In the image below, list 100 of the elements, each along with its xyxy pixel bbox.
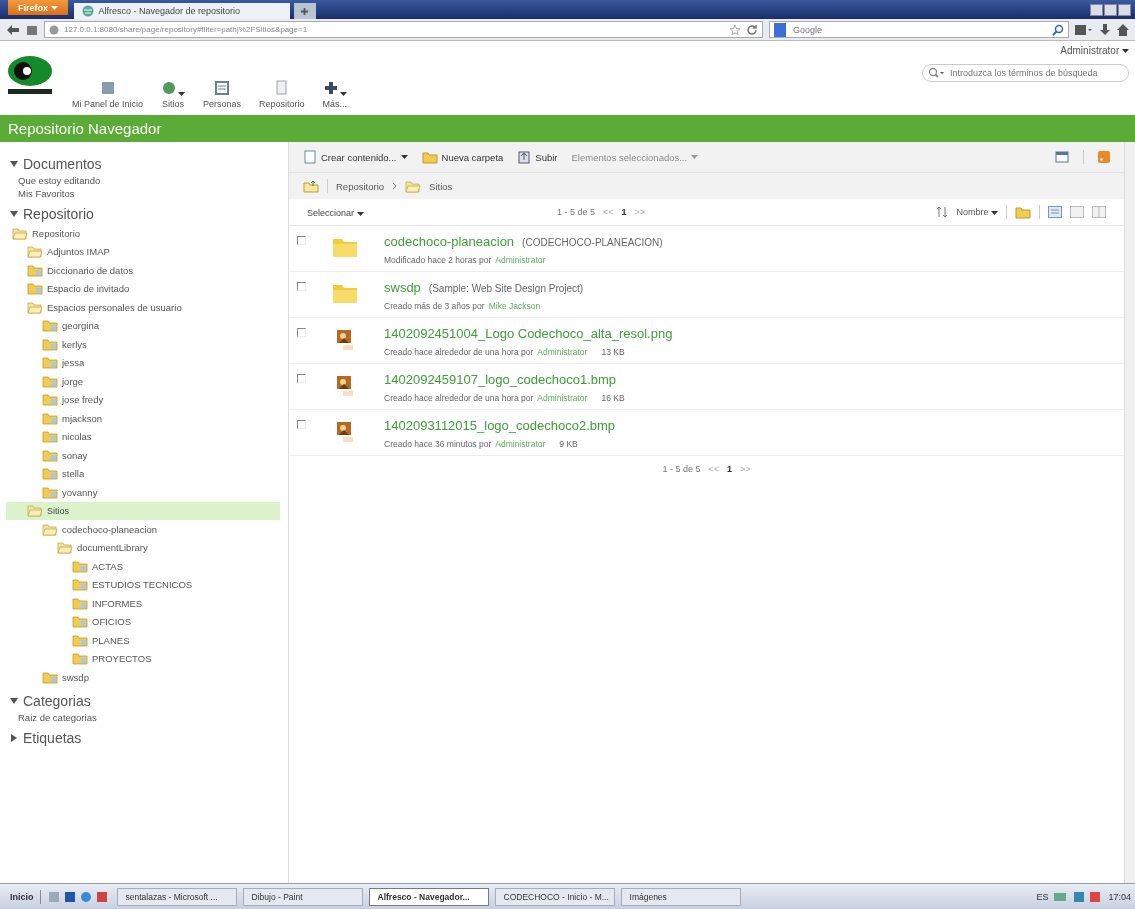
section-header[interactable]: Repositorio (10, 206, 94, 222)
home-icon[interactable] (1117, 23, 1129, 36)
tree-item[interactable]: Diccionario de datos (6, 261, 280, 280)
taskbar-button[interactable]: CODECHOCO - Inicio - M... (494, 887, 615, 906)
browser-tab[interactable]: Alfresco - Navegador de repositorio (73, 3, 290, 19)
tree-item[interactable]: codechoco-planeacion (6, 520, 280, 539)
row-checkbox[interactable] (297, 236, 306, 245)
section-header[interactable]: Etiquetas (10, 729, 82, 746)
tree-item[interactable]: jose fredy (6, 390, 280, 409)
download-icon[interactable] (1099, 23, 1111, 36)
folder-icon (421, 150, 438, 164)
user-menu[interactable]: Administrator (1060, 45, 1129, 56)
section-header[interactable]: Documentos (10, 156, 102, 172)
tree-item[interactable]: ACTAS (6, 557, 280, 576)
folder-icon (42, 430, 58, 444)
tree-item[interactable]: jorge (6, 372, 280, 391)
search-input[interactable]: Introduzca los términos de búsqueda (948, 67, 1123, 79)
tree-item[interactable]: INFORMES (6, 594, 280, 613)
toolbar-button[interactable]: Nueva carpeta (421, 150, 504, 164)
search-icon[interactable] (1052, 23, 1064, 36)
tree-item[interactable]: Espacio de invitado (6, 279, 280, 298)
start-button[interactable]: Inicio (4, 889, 41, 904)
item-name-link[interactable]: swsdp (384, 280, 421, 295)
bookmark-menu-icon[interactable] (1075, 23, 1093, 36)
tree-item[interactable]: swsdp (6, 668, 280, 687)
tree-item[interactable]: yovanny (6, 483, 280, 502)
search-input[interactable]: Google (791, 23, 1047, 36)
rss-icon[interactable] (1098, 151, 1110, 163)
breadcrumb-link[interactable]: Sitios (429, 180, 453, 192)
nav-item[interactable]: Mi Panel de Inicio (72, 80, 144, 109)
tree-item[interactable]: jessa (6, 353, 280, 372)
open-folder-icon (12, 226, 28, 240)
tree-item[interactable]: PROYECTOS (6, 649, 280, 668)
row-checkbox[interactable] (297, 374, 306, 383)
toolbar-button[interactable]: Crear contenido... (303, 150, 408, 164)
folder-icon (42, 356, 58, 370)
tray-icons[interactable] (1054, 890, 1103, 903)
browser-search-field[interactable]: Google (769, 21, 1069, 38)
sort-dropdown[interactable]: Nombre (956, 207, 998, 217)
tree-item[interactable]: Adjuntos IMAP (6, 242, 280, 261)
tree-item[interactable]: Repositorio (6, 224, 280, 243)
folder-up-icon[interactable] (303, 179, 319, 193)
tree-item[interactable]: PLANES (6, 631, 280, 650)
tree-item[interactable]: documentLibrary (6, 538, 280, 557)
calendar-icon (214, 80, 231, 96)
caret-icon (691, 155, 699, 159)
row-checkbox[interactable] (297, 282, 306, 291)
reload-icon[interactable] (746, 23, 758, 36)
sidebar-link[interactable]: Mis Favoritos (6, 187, 75, 200)
tree-item[interactable]: stella (6, 464, 280, 483)
tree-item[interactable]: sonay (6, 446, 280, 465)
folder-icon (42, 411, 58, 425)
section-header[interactable]: Categorias (10, 692, 91, 709)
sort-icon[interactable] (936, 206, 949, 218)
sidebar-link[interactable]: Raiz de categorias (6, 710, 97, 724)
new-tab-button[interactable] (293, 3, 316, 19)
back-arrow-icon[interactable] (6, 23, 20, 36)
taskbar-button[interactable]: Imágenes (620, 887, 741, 906)
select-dropdown[interactable]: Seleccionar (307, 208, 364, 218)
nav-item[interactable]: Repositorio (259, 80, 305, 109)
folder-icon (42, 467, 58, 481)
row-checkbox[interactable] (297, 420, 306, 429)
clock: 17:04 (1108, 891, 1131, 902)
toolbar-button[interactable]: Subir (517, 150, 558, 164)
scrollbar[interactable] (1124, 142, 1135, 883)
nav-item[interactable]: Personas (203, 80, 242, 109)
breadcrumb-link[interactable]: Repositorio (336, 180, 385, 192)
globe-icon (81, 5, 94, 17)
tree-item[interactable]: kerlys (6, 335, 280, 354)
tree-item[interactable]: Espacios personales de usuario (6, 298, 280, 317)
detailed-view-icon[interactable] (1048, 206, 1062, 218)
nav-item[interactable]: Sitios (161, 80, 186, 109)
window-icon[interactable] (1055, 151, 1069, 163)
nav-item[interactable]: Más... (322, 80, 348, 109)
globe-icon (161, 80, 178, 96)
address-bar[interactable]: 127.0.0.1:8080/share/page/repository#filter=path|%2FSitios&page=1 (44, 21, 763, 38)
language-indicator[interactable]: ES (1036, 891, 1049, 902)
tree-item[interactable]: Sitios (6, 501, 280, 520)
expanded-arrow-icon (10, 210, 18, 218)
tree-item[interactable]: ESTUDIOS TECNICOS (6, 575, 280, 594)
expanded-arrow-icon (10, 160, 18, 168)
window-controls[interactable] (1090, 3, 1131, 16)
tree-item[interactable]: mjackson (6, 409, 280, 428)
taskbar-button[interactable]: sentalazas - Microsoft ... (116, 887, 237, 906)
taskbar-button[interactable]: Dibujo - Paint (242, 887, 363, 906)
folder-icon (72, 596, 88, 610)
tree-item[interactable]: OFICIOS (6, 612, 280, 631)
folder-icon[interactable] (1015, 205, 1031, 219)
company-logo[interactable] (6, 55, 54, 95)
tree-item[interactable]: nicolas (6, 427, 280, 446)
chevron-right-icon (392, 182, 398, 190)
item-title: (CODECHOCO-PLANEACION) (522, 237, 663, 248)
sidebar-link[interactable]: Que estoy editando (6, 174, 101, 187)
bookmarks-icon[interactable] (26, 23, 38, 36)
document-icon (303, 150, 317, 164)
folder-icon (72, 652, 88, 666)
tree-item[interactable]: georgina (6, 316, 280, 335)
taskbar-button[interactable]: Alfresco - Navegador... (368, 887, 489, 906)
star-icon[interactable] (729, 23, 741, 36)
row-checkbox[interactable] (297, 328, 306, 337)
